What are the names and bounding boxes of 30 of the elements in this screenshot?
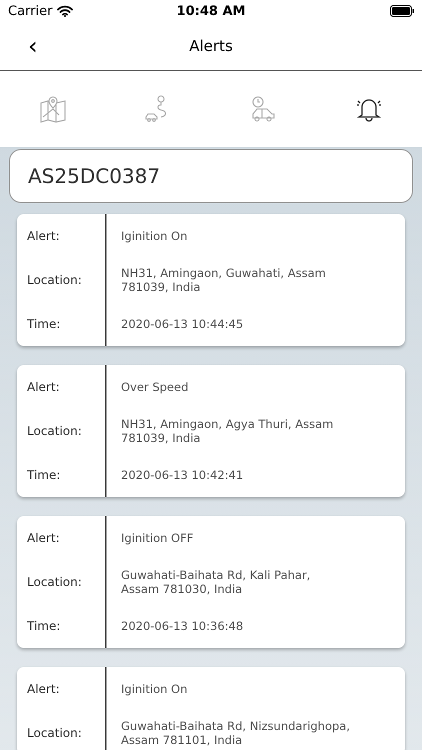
field-label: Time: <box>27 468 62 482</box>
field-label: Time: <box>27 317 62 331</box>
field-label: Alert: <box>27 682 61 696</box>
wifi-icon <box>57 5 74 17</box>
field-value: Iginition On <box>121 682 188 696</box>
field-value: Guwahati-Baihata Rd, Nizsundarighopa, Assam 781101, India <box>121 719 351 747</box>
back-button[interactable]: ‹ <box>22 34 44 58</box>
clock-time: 10:48 AM <box>176 4 246 18</box>
field-label: Alert: <box>27 531 61 545</box>
field-value: NH31, Amingaon, Agya Thuri, Assam 781039, India <box>121 417 334 445</box>
field-label: Location: <box>27 424 83 438</box>
field-label: Alert: <box>27 229 61 243</box>
field-label: Location: <box>27 726 83 740</box>
field-label: Time: <box>27 619 62 633</box>
field-value: Over Speed <box>121 380 188 394</box>
field-value: Iginition OFF <box>121 531 194 545</box>
field-value: NH31, Amingaon, Guwahati, Assam 781039, India <box>121 266 327 294</box>
field-value: Iginition On <box>121 229 188 243</box>
field-label: Location: <box>27 273 83 287</box>
field-value: 2020-06-13 10:36:48 <box>121 619 244 633</box>
field-value: 2020-06-13 10:44:45 <box>121 317 244 331</box>
field-label: Alert: <box>27 380 61 394</box>
field-label: Location: <box>27 575 83 589</box>
screen-title: Alerts <box>189 37 233 55</box>
carrier-label: Carrier <box>8 4 52 18</box>
field-value: 2020-06-13 10:42:41 <box>121 468 244 482</box>
battery-icon <box>390 5 414 17</box>
vehicle-number-field[interactable]: AS25DC0387 <box>9 149 413 203</box>
map-pin-icon <box>38 95 66 123</box>
field-value: Guwahati-Baihata Rd, Kali Pahar, Assam 781030, India <box>121 568 312 596</box>
